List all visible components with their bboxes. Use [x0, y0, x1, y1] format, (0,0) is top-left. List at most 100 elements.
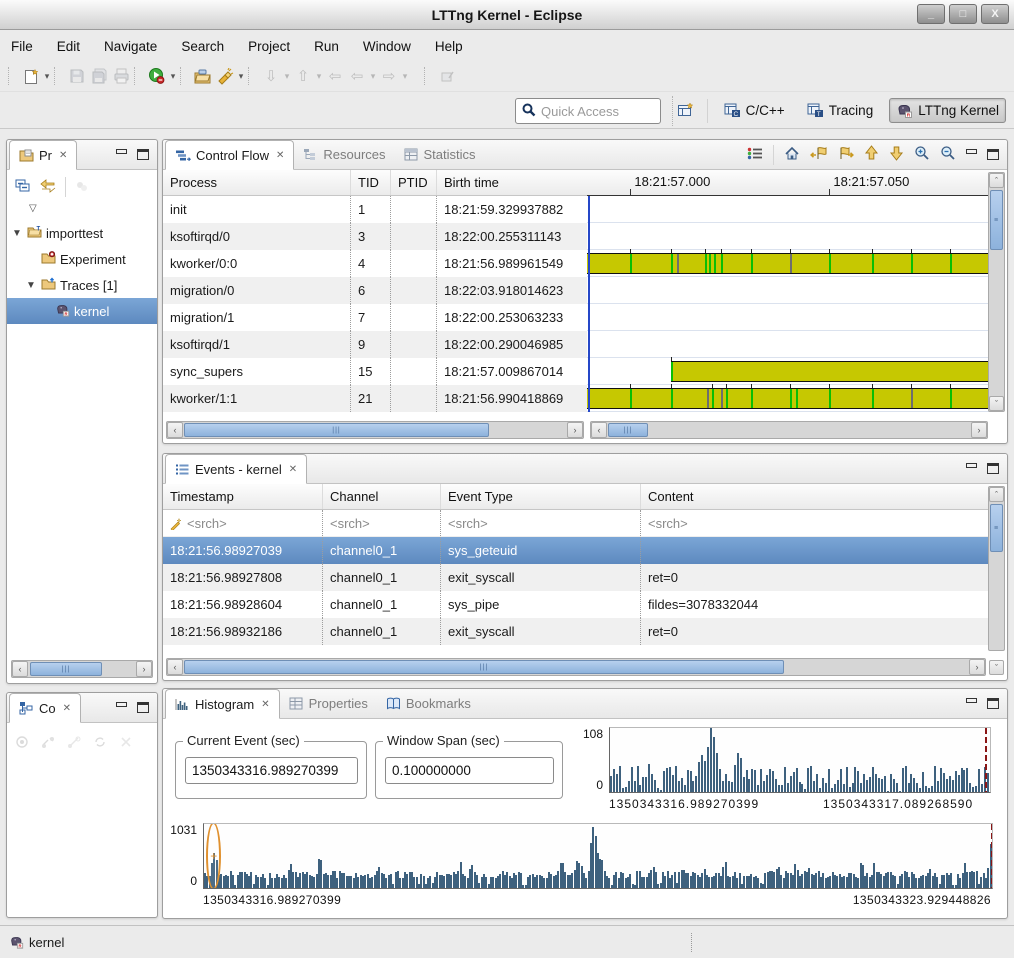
control-flow-chart-hscrollbar[interactable]: ‹ › ||| — [590, 421, 988, 439]
column-channel[interactable]: Channel — [323, 484, 441, 509]
process-row[interactable]: migration/0618:22:03.918014623 — [163, 277, 587, 304]
view-menu-icon[interactable]: ▽ — [7, 199, 157, 214]
search-icon[interactable] — [214, 65, 236, 87]
minimize-window-button[interactable]: _ — [917, 4, 945, 24]
menu-search[interactable]: Search — [181, 39, 224, 54]
scroll-down-icon[interactable]: ˇ — [989, 396, 1004, 411]
perspective-lttng-kernel[interactable]: R LTTng Kernel — [889, 98, 1006, 123]
process-row[interactable]: kworker/1:12118:21:56.990418869 — [163, 385, 587, 412]
process-row[interactable]: ksoftirqd/0318:22:00.255311143 — [163, 223, 587, 250]
close-icon[interactable]: ✕ — [276, 150, 284, 161]
minimize-view-icon[interactable] — [116, 702, 127, 707]
process-row[interactable]: init118:21:59.329937882 — [163, 196, 587, 223]
tab-bookmarks[interactable]: Bookmarks — [377, 689, 480, 718]
next-process-icon[interactable] — [889, 145, 904, 164]
menu-edit[interactable]: Edit — [57, 39, 80, 54]
menu-run[interactable]: Run — [314, 39, 339, 54]
control-flow-vscrollbar[interactable]: ˆ ˇ ≡ — [988, 172, 1005, 412]
scroll-right-icon[interactable]: › — [136, 661, 152, 677]
link-with-editor-icon[interactable] — [40, 179, 56, 196]
column-content[interactable]: Content — [641, 484, 989, 509]
zoom-in-icon[interactable] — [914, 145, 930, 164]
home-icon[interactable] — [784, 146, 800, 164]
column-tid[interactable]: TID — [351, 170, 391, 195]
menu-navigate[interactable]: Navigate — [104, 39, 157, 54]
scroll-down-icon[interactable]: ˇ — [989, 660, 1004, 675]
state-bar-kworker-0-0[interactable] — [587, 253, 989, 274]
tree-expander-icon[interactable]: ▼ — [11, 228, 23, 239]
maximize-view-icon[interactable] — [987, 698, 999, 709]
scroll-right-icon[interactable]: › — [567, 422, 583, 438]
full-histogram[interactable]: + — [203, 823, 993, 889]
scroll-left-icon[interactable]: ‹ — [167, 659, 183, 675]
filter-event-type[interactable]: <srch> — [448, 516, 488, 531]
filter-channel[interactable]: <srch> — [330, 516, 370, 531]
column-timestamp[interactable]: Timestamp — [163, 484, 323, 509]
scroll-right-icon[interactable]: › — [971, 422, 987, 438]
control-flow-table-hscrollbar[interactable]: ‹ › ||| — [166, 421, 584, 439]
scroll-right-icon[interactable]: › — [969, 659, 985, 675]
run-external-tools-icon[interactable] — [146, 65, 168, 87]
zoom-out-icon[interactable] — [940, 145, 956, 164]
previous-process-icon[interactable] — [864, 145, 879, 164]
process-row[interactable]: migration/1718:22:00.253063233 — [163, 304, 587, 331]
tree-item-importtest[interactable]: ▼Timporttest — [7, 220, 157, 246]
control-flow-table-header[interactable]: Process TID PTID Birth time — [163, 170, 587, 196]
tab-resources[interactable]: Resources — [294, 140, 394, 169]
tab-events[interactable]: Events - kernel ✕ — [165, 454, 307, 484]
show-legend-icon[interactable] — [747, 147, 763, 163]
maximize-view-icon[interactable] — [137, 702, 149, 713]
scroll-left-icon[interactable]: ‹ — [591, 422, 607, 438]
maximize-view-icon[interactable] — [987, 149, 999, 160]
perspective-tracing[interactable]: T Tracing — [801, 99, 880, 122]
minimize-view-icon[interactable] — [966, 698, 977, 703]
column-ptid[interactable]: PTID — [391, 170, 437, 195]
state-bar-kworker-1-1[interactable] — [587, 388, 989, 409]
process-row[interactable]: sync_supers1518:21:57.009867014 — [163, 358, 587, 385]
minimize-view-icon[interactable] — [966, 149, 977, 154]
close-icon[interactable]: ✕ — [261, 699, 269, 710]
new-wizard-dropdown[interactable]: ▾ — [42, 71, 52, 82]
tree-item-experiment[interactable]: Experiment — [7, 246, 157, 272]
tab-project-explorer[interactable]: Pr ✕ — [9, 140, 77, 170]
filter-timestamp[interactable]: <srch> — [187, 516, 227, 531]
tab-statistics[interactable]: Statistics — [395, 140, 485, 169]
next-event-icon[interactable] — [837, 146, 854, 164]
events-hscrollbar[interactable]: ‹ › ||| — [166, 658, 986, 676]
window-span-input[interactable] — [385, 757, 554, 784]
maximize-view-icon[interactable] — [137, 149, 149, 160]
process-row[interactable]: kworker/0:0418:21:56.989961549 — [163, 250, 587, 277]
menu-help[interactable]: Help — [435, 39, 463, 54]
run-dropdown[interactable]: ▾ — [168, 71, 178, 82]
new-wizard-icon[interactable] — [20, 65, 42, 87]
scroll-up-icon[interactable]: ˆ — [989, 487, 1004, 502]
tree-item-kernel[interactable]: Rkernel — [7, 298, 157, 324]
events-vscrollbar[interactable]: ˆ ≡ — [988, 486, 1005, 651]
status-grip[interactable] — [691, 933, 692, 952]
event-row[interactable]: 18:21:56.98927039channel0_1sys_geteuid — [163, 537, 989, 564]
column-process[interactable]: Process — [163, 170, 351, 195]
previous-event-icon[interactable] — [810, 146, 827, 164]
tab-histogram[interactable]: Histogram ✕ — [165, 689, 280, 719]
time-cursor[interactable] — [588, 196, 590, 412]
filter-content[interactable]: <srch> — [648, 516, 688, 531]
project-explorer-hscrollbar[interactable]: ‹ › ||| — [11, 660, 153, 678]
process-row[interactable]: ksoftirqd/1918:22:00.290046985 — [163, 331, 587, 358]
event-row[interactable]: 18:21:56.98927808channel0_1exit_syscallr… — [163, 564, 989, 591]
maximize-window-button[interactable]: □ — [949, 4, 977, 24]
scroll-left-icon[interactable]: ‹ — [167, 422, 183, 438]
tab-properties[interactable]: Properties — [280, 689, 377, 718]
close-window-button[interactable]: X — [981, 4, 1009, 24]
menu-window[interactable]: Window — [363, 39, 411, 54]
minimize-view-icon[interactable] — [966, 463, 977, 468]
close-icon[interactable]: ✕ — [59, 150, 67, 161]
window-histogram[interactable] — [609, 727, 991, 793]
open-perspective-icon[interactable] — [675, 100, 697, 122]
search-dropdown[interactable]: ▾ — [236, 71, 246, 82]
tab-control-flow[interactable]: Control Flow ✕ — [165, 140, 294, 170]
maximize-view-icon[interactable] — [987, 463, 999, 474]
events-table-header[interactable]: Timestamp Channel Event Type Content — [163, 484, 989, 510]
event-row[interactable]: 18:21:56.98928604channel0_1sys_pipefilde… — [163, 591, 989, 618]
perspective-cpp[interactable]: C C/C++ — [718, 99, 791, 122]
tab-control[interactable]: Co ✕ — [9, 693, 81, 723]
